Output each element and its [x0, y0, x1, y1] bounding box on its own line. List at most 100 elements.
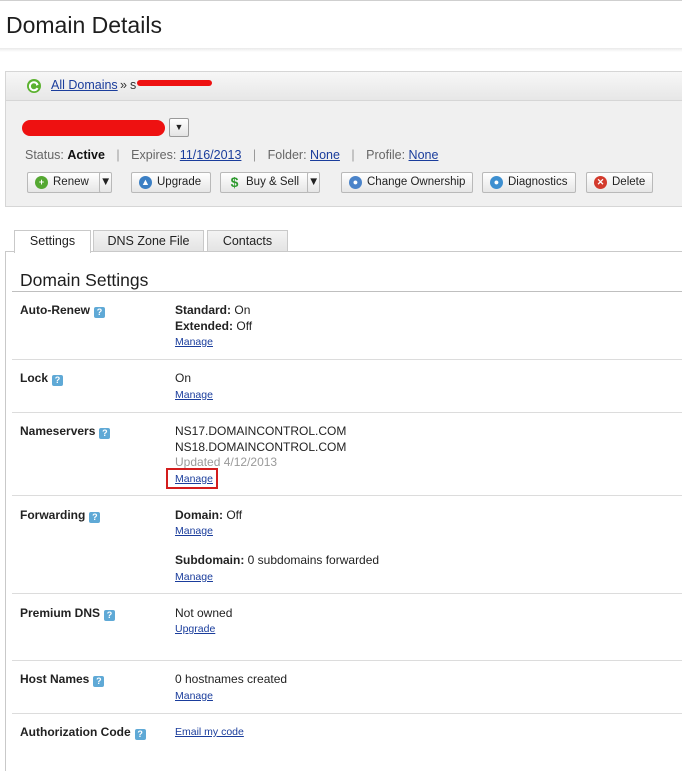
help-icon[interactable]: ?	[99, 428, 111, 439]
domain-header-panel: All Domains » s ▼ Status: Active | Expir…	[5, 71, 682, 207]
forwarding-subdomain-manage-link[interactable]: Manage	[175, 571, 213, 583]
status-separator: |	[351, 148, 355, 162]
premium-dns-value: Not owned	[175, 606, 233, 620]
folder-label: Folder:	[267, 148, 307, 162]
domain-dropdown-button[interactable]: ▼	[169, 118, 189, 137]
help-icon[interactable]: ?	[104, 610, 116, 621]
row-divider	[12, 359, 682, 360]
expires-date-link[interactable]: 11/16/2013	[180, 148, 242, 162]
auto-renew-label-text: Auto-Renew	[20, 303, 90, 317]
highlight-box	[166, 468, 218, 489]
auto-renew-extended: Extended: Off	[175, 319, 252, 333]
refresh-icon[interactable]	[26, 78, 42, 94]
help-icon[interactable]: ?	[89, 512, 101, 523]
status-line: Status: Active | Expires: 11/16/2013 | F…	[25, 148, 438, 162]
lock-label: Lock?	[20, 371, 64, 386]
row-divider	[12, 593, 682, 594]
breadcrumb-current: s	[130, 78, 137, 92]
forwarding-subdomain-value: 0 subdomains forwarded	[247, 553, 380, 567]
row-divider	[12, 713, 682, 714]
help-icon[interactable]: ?	[52, 375, 64, 386]
auto-renew-standard: Standard: On	[175, 303, 250, 317]
section-divider	[12, 291, 682, 292]
premium-dns-label: Premium DNS?	[20, 606, 116, 621]
diagnostics-button[interactable]: ● Diagnostics	[482, 172, 576, 193]
tab-settings[interactable]: Settings	[14, 230, 91, 253]
standard-label: Standard:	[175, 303, 232, 317]
forwarding-domain: Domain: Off	[175, 508, 242, 522]
profile-link[interactable]: None	[409, 148, 439, 162]
status-separator: |	[252, 148, 257, 162]
premium-dns-upgrade-link[interactable]: Upgrade	[175, 623, 215, 635]
delete-icon: ✕	[594, 176, 607, 189]
help-icon[interactable]: ?	[94, 307, 105, 318]
change-ownership-button[interactable]: ● Change Ownership	[341, 172, 473, 193]
row-divider	[12, 495, 682, 496]
extended-value: Off	[236, 319, 253, 333]
tab-dns-zone-file[interactable]: DNS Zone File	[93, 230, 204, 252]
upgrade-icon: ▲	[139, 176, 152, 189]
change-ownership-label: Change Ownership	[367, 176, 466, 188]
forwarding-domain-manage-link[interactable]: Manage	[175, 525, 213, 537]
forwarding-subdomain-label: Subdomain:	[175, 553, 245, 567]
extended-label: Extended:	[175, 319, 234, 333]
breadcrumb-redaction	[137, 80, 212, 86]
auto-renew-label: Auto-Renew?	[20, 303, 105, 318]
breadcrumb-separator: »	[120, 78, 127, 92]
diagnostics-label: Diagnostics	[508, 176, 568, 188]
help-icon[interactable]: ?	[93, 676, 105, 687]
buy-sell-dropdown-button[interactable]: ▼	[307, 172, 321, 193]
person-icon: ●	[349, 176, 362, 189]
status-separator: |	[116, 148, 120, 162]
nameservers-label: Nameservers?	[20, 424, 111, 439]
forwarding-domain-label: Domain:	[175, 508, 223, 522]
nameserver-2: NS18.DOMAINCONTROL.COM	[175, 440, 347, 454]
tab-contacts[interactable]: Contacts	[207, 230, 288, 252]
renew-label: Renew	[53, 176, 89, 188]
renew-button[interactable]: + Renew	[27, 172, 102, 193]
expires-label: Expires:	[131, 148, 177, 162]
email-my-code-link[interactable]: Email my code	[175, 726, 244, 738]
row-divider	[12, 660, 682, 661]
status-label: Status:	[25, 148, 64, 162]
forwarding-label-text: Forwarding	[20, 508, 86, 522]
page-title: Domain Details	[6, 12, 162, 38]
lock-manage-link[interactable]: Manage	[175, 389, 213, 401]
nameservers-updated: Updated 4/12/2013	[175, 455, 278, 469]
help-icon[interactable]: ?	[134, 729, 146, 740]
upgrade-label: Upgrade	[157, 176, 202, 188]
lock-value: On	[175, 371, 192, 385]
auto-renew-manage-link[interactable]: Manage	[175, 336, 213, 348]
folder-link[interactable]: None	[310, 148, 340, 162]
forwarding-label: Forwarding?	[20, 508, 101, 523]
tab-bar-line	[5, 251, 682, 252]
dollar-icon: $	[230, 174, 239, 190]
forwarding-subdomain: Subdomain: 0 subdomains forwarded	[175, 553, 379, 567]
top-rule	[0, 0, 682, 1]
buy-sell-button[interactable]: $ Buy & Sell	[220, 172, 309, 193]
host-names-value: 0 hostnames created	[175, 672, 288, 686]
upgrade-button[interactable]: ▲ Upgrade	[131, 172, 211, 193]
auth-code-label-text: Authorization Code	[20, 725, 131, 739]
forwarding-domain-value: Off	[226, 508, 243, 522]
content-border	[5, 251, 6, 771]
breadcrumb: All Domains » s	[6, 72, 682, 101]
delete-button[interactable]: ✕ Delete	[586, 172, 653, 193]
host-names-label-text: Host Names	[20, 672, 90, 686]
host-names-manage-link[interactable]: Manage	[175, 690, 213, 702]
delete-label: Delete	[612, 176, 646, 188]
domain-name-redaction	[22, 120, 165, 136]
auth-code-label: Authorization Code?	[20, 725, 146, 740]
status-value: Active	[67, 148, 105, 162]
nameservers-label-text: Nameservers	[20, 424, 96, 438]
renew-icon: +	[35, 176, 48, 189]
title-divider	[0, 48, 682, 52]
row-divider	[12, 412, 682, 413]
premium-dns-label-text: Premium DNS	[20, 606, 101, 620]
profile-label: Profile:	[366, 148, 406, 162]
breadcrumb-all-domains-link[interactable]: All Domains	[51, 78, 118, 92]
nameserver-1: NS17.DOMAINCONTROL.COM	[175, 424, 347, 438]
diagnostics-icon: ●	[490, 176, 503, 189]
host-names-label: Host Names?	[20, 672, 105, 687]
renew-dropdown-button[interactable]: ▼	[99, 172, 113, 193]
